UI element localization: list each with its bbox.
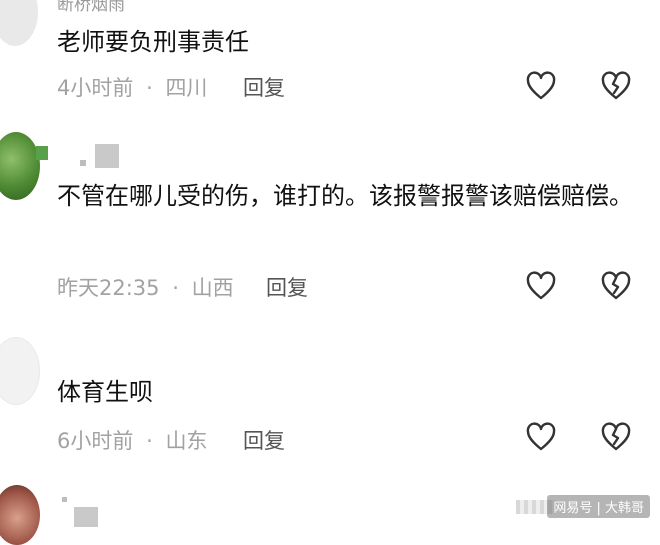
comment-item: 断桥烟雨 老师要负刑事责任 4小时前 · 四川 回复 xyxy=(0,0,660,120)
comment-location: 四川 xyxy=(165,76,208,100)
avatar[interactable] xyxy=(0,0,38,46)
username-mosaic-dot xyxy=(80,160,86,166)
comment-text-content: 不管在哪儿受的伤，谁打的。该报警报警该赔偿赔偿。 xyxy=(57,182,633,210)
comment-text-content: 老师要负刑事责任 xyxy=(57,28,249,56)
comment-meta: 昨天22:35 · 山西 xyxy=(57,272,234,302)
broken-heart-icon[interactable] xyxy=(600,271,632,301)
avatar-badge xyxy=(36,146,48,160)
reply-button[interactable]: 回复 xyxy=(243,425,285,455)
comment-location: 山西 xyxy=(191,276,234,300)
username-mosaic xyxy=(74,507,98,527)
separator: · xyxy=(146,76,153,100)
username-mosaic-dot xyxy=(62,497,67,502)
heart-icon[interactable] xyxy=(525,422,557,452)
comment-meta: 6小时前 · 山东 xyxy=(57,425,207,455)
comment-time: 昨天22:35 xyxy=(57,276,160,300)
comment-text: 体育生呗 xyxy=(57,370,647,414)
heart-icon[interactable] xyxy=(525,271,557,301)
comment-location: 山东 xyxy=(165,429,208,453)
username-mosaic xyxy=(95,144,119,168)
comment-text: 不管在哪儿受的伤，谁打的。该报警报警该赔偿赔偿。 xyxy=(57,174,642,218)
avatar[interactable] xyxy=(0,485,40,545)
broken-heart-icon[interactable] xyxy=(600,422,632,452)
watermark: 网易号 | 大韩哥 xyxy=(547,495,650,518)
comment-item: 不管在哪儿受的伤，谁打的。该报警报警该赔偿赔偿。 昨天22:35 · 山西 回复 xyxy=(0,120,660,325)
comment-time: 4小时前 xyxy=(57,76,134,100)
avatar[interactable] xyxy=(0,337,40,405)
separator: · xyxy=(172,276,179,300)
comment-text: 老师要负刑事责任 xyxy=(57,20,647,64)
username[interactable]: 断桥烟雨 xyxy=(57,0,125,15)
broken-heart-icon[interactable] xyxy=(600,71,632,101)
reply-button[interactable]: 回复 xyxy=(243,72,285,102)
comment-text-content: 体育生呗 xyxy=(57,378,153,406)
comment-item: 体育生呗 6小时前 · 山东 回复 xyxy=(0,325,660,475)
comment-meta: 4小时前 · 四川 xyxy=(57,72,207,102)
avatar[interactable] xyxy=(0,132,40,200)
comment-time: 6小时前 xyxy=(57,429,134,453)
heart-icon[interactable] xyxy=(525,71,557,101)
reply-button[interactable]: 回复 xyxy=(266,272,308,302)
separator: · xyxy=(146,429,153,453)
